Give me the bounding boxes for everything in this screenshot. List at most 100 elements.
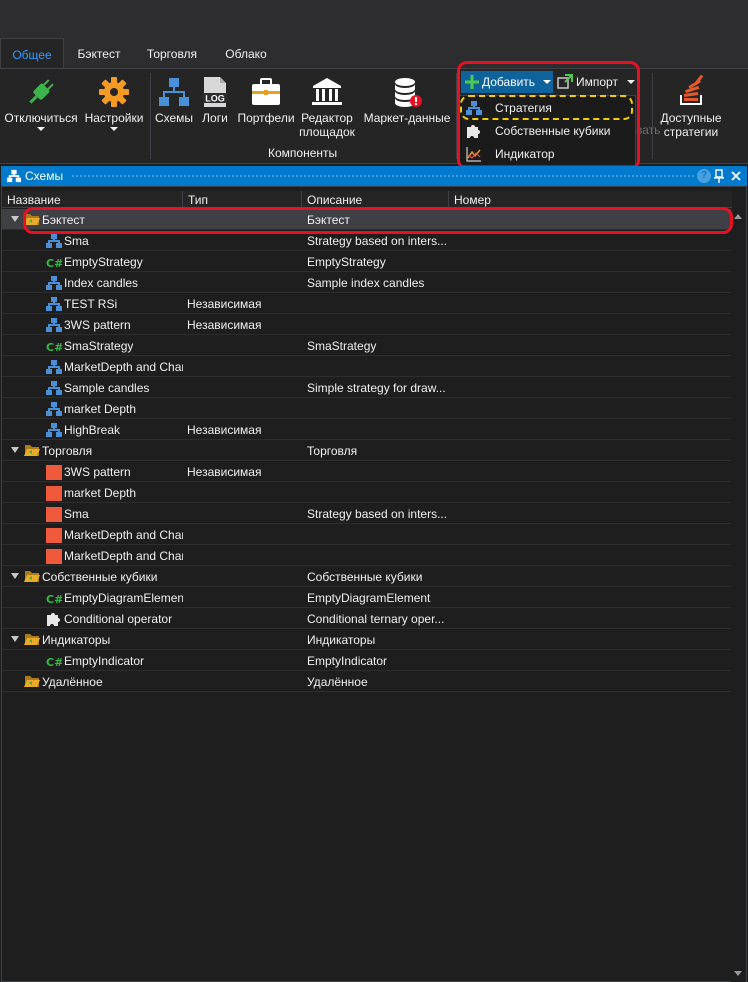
column-header-number[interactable]: Номер: [449, 191, 732, 208]
cell-name: 3WS pattern: [64, 318, 131, 332]
cell-type: [187, 398, 302, 419]
column-header-name[interactable]: Название: [2, 191, 183, 208]
tree-row[interactable]: HighBreak Независимая: [2, 419, 732, 440]
tree-row[interactable]: market Depth: [2, 398, 732, 419]
tree-row[interactable]: C# EmptyDiagramElement EmptyDiagramElement: [2, 587, 732, 608]
tree-group-row[interactable]: Индикаторы Индикаторы: [2, 629, 732, 650]
csharp-icon: C#: [46, 338, 63, 357]
chevron-down-icon: [543, 80, 551, 84]
schemas-panel-header: Схемы ?: [1, 166, 747, 186]
tab-trading[interactable]: Торговля: [138, 38, 206, 68]
cell-name: Индикаторы: [42, 633, 111, 647]
cell-type: [187, 209, 302, 230]
cell-type: [187, 566, 302, 587]
scroll-down-icon[interactable]: [734, 971, 742, 976]
close-icon[interactable]: [730, 170, 742, 182]
help-icon[interactable]: ?: [697, 169, 711, 183]
cell-type: [187, 482, 302, 503]
market-data-button[interactable]: Маркет-данные: [362, 75, 452, 125]
cell-type: Независимая: [187, 297, 262, 311]
expand-arrow-icon[interactable]: [11, 636, 19, 642]
cell-description: Simple strategy for draw...: [307, 381, 446, 395]
tree-row[interactable]: MarketDepth and Chart: [2, 545, 732, 566]
cell-type: [187, 650, 302, 671]
tree-row[interactable]: C# EmptyIndicator EmptyIndicator: [2, 650, 732, 671]
menu-item-strategy[interactable]: Стратегия: [460, 97, 635, 119]
cell-type: [187, 671, 302, 692]
available-strategies-button[interactable]: Доступные стратегии: [656, 75, 726, 139]
tree-row[interactable]: 3WS pattern Независимая: [2, 314, 732, 335]
tree-group-row[interactable]: Бэктест Бэктест: [2, 209, 732, 230]
disconnect-button[interactable]: Отключиться: [2, 75, 80, 131]
portfolios-button[interactable]: Портфели: [236, 75, 296, 125]
cell-type: [187, 251, 302, 272]
bank-icon: [312, 78, 342, 105]
cell-name: EmptyStrategy: [64, 255, 143, 269]
tree-row[interactable]: 3WS pattern Независимая: [2, 461, 732, 482]
tab-general[interactable]: Общее: [0, 38, 64, 68]
add-button[interactable]: Добавить: [461, 71, 553, 93]
tree-row[interactable]: MarketDepth and Chart: [2, 524, 732, 545]
cell-name: Index candles: [64, 276, 139, 290]
tree-row[interactable]: MarketDepth and Chart: [2, 356, 732, 377]
cell-name: Sample candles: [64, 381, 150, 395]
cell-description: [307, 482, 449, 503]
tab-backtest[interactable]: Бэктест: [68, 38, 130, 68]
cell-name: MarketDepth and Chart: [64, 549, 183, 563]
tree-row[interactable]: Sma Strategy based on inters...: [2, 230, 732, 251]
tree-row[interactable]: Index candles Sample index candles: [2, 272, 732, 293]
tree-row[interactable]: Conditional operator Conditional ternary …: [2, 608, 732, 629]
svg-text:C#: C#: [46, 656, 62, 669]
pin-icon[interactable]: [713, 169, 725, 183]
cell-name: market Depth: [64, 486, 137, 500]
schema-icon: [7, 169, 21, 183]
tree-group-row[interactable]: Удалённое Удалённое: [2, 671, 732, 692]
expand-arrow-icon[interactable]: [11, 573, 19, 579]
menu-item-indicator[interactable]: Индикатор: [460, 143, 635, 165]
cell-description: [307, 524, 449, 545]
tree-group-row[interactable]: Торговля Торговля: [2, 440, 732, 461]
cell-description: [307, 293, 449, 314]
tree-row[interactable]: TEST RSi Независимая: [2, 293, 732, 314]
tree-group-row[interactable]: Собственные кубики Собственные кубики: [2, 566, 732, 587]
exchange-editor-button[interactable]: Редактор площадок: [298, 75, 356, 139]
tree-row[interactable]: market Depth: [2, 482, 732, 503]
tab-cloud[interactable]: Облако: [216, 38, 276, 68]
cell-type: Независимая: [187, 318, 262, 332]
scroll-up-icon[interactable]: [734, 214, 742, 219]
tree-row[interactable]: C# EmptyStrategy EmptyStrategy: [2, 251, 732, 272]
portfolios-label: Портфели: [237, 111, 295, 125]
tree-row[interactable]: Sma Strategy based on inters...: [2, 503, 732, 524]
expand-arrow-icon[interactable]: [11, 216, 19, 222]
cell-type: [187, 377, 302, 398]
ribbon-separator: [652, 73, 653, 159]
cell-type: [187, 335, 302, 356]
schemas-tree-grid: Название Тип Описание Номер Бэктест Бэкте…: [1, 186, 747, 982]
vertical-scrollbar[interactable]: [731, 208, 745, 982]
tree-row[interactable]: C# SmaStrategy SmaStrategy: [2, 335, 732, 356]
cell-name: Sma: [64, 234, 89, 248]
csharp-icon: C#: [46, 653, 63, 672]
cell-description: Удалённое: [307, 675, 368, 689]
cell-name: 3WS pattern: [64, 465, 131, 479]
schemas-button[interactable]: Схемы: [152, 75, 196, 125]
folder-icon: [24, 632, 40, 649]
menu-item-custom-cubes[interactable]: Собственные кубики: [460, 120, 635, 142]
logs-button[interactable]: LOG Логи: [199, 75, 231, 125]
expand-arrow-icon[interactable]: [11, 447, 19, 453]
stack-icon: [680, 75, 704, 105]
cell-type: [187, 230, 302, 251]
cell-description: Индикаторы: [307, 633, 376, 647]
tree-row[interactable]: Sample candles Simple strategy for draw..…: [2, 377, 732, 398]
chevron-down-icon: [110, 127, 118, 131]
settings-button[interactable]: Настройки: [82, 75, 146, 131]
schema-icon: [46, 380, 62, 399]
schema-icon: [46, 296, 62, 315]
svg-text:LOG: LOG: [205, 94, 225, 104]
column-header-description[interactable]: Описание: [302, 191, 449, 208]
import-button[interactable]: Импорт: [555, 71, 639, 93]
chevron-down-icon: [627, 80, 635, 84]
column-header-type[interactable]: Тип: [183, 191, 302, 208]
cell-name: Торговля: [42, 444, 93, 458]
schema-icon: [46, 233, 62, 252]
